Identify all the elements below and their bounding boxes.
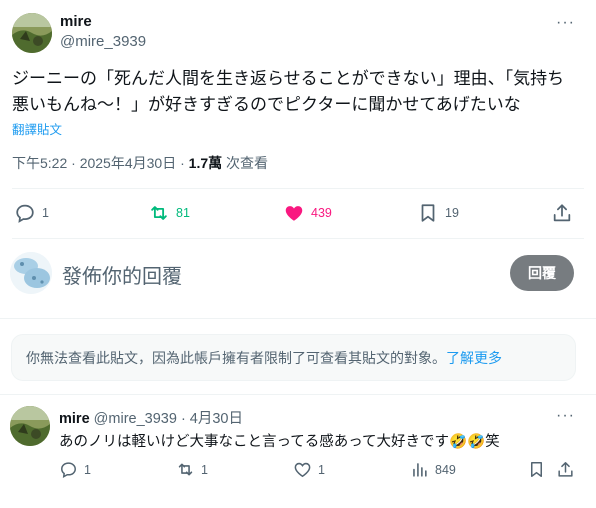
- reply-repost-count: 1: [201, 462, 208, 477]
- share-action[interactable]: [551, 202, 573, 224]
- reply-share-action[interactable]: [556, 460, 575, 479]
- restricted-post-notice: 你無法查看此貼文，因為此帳戶擁有者限制了可查看其貼文的對象。 了解更多: [11, 334, 576, 381]
- views-label: 次查看: [222, 155, 269, 171]
- author-handle[interactable]: @mire_3939: [60, 33, 146, 50]
- translate-post-link[interactable]: 翻譯貼文: [12, 119, 62, 138]
- views-bar-chart-icon: [413, 463, 427, 477]
- repost-count: 81: [176, 206, 190, 220]
- reply-count: 1: [42, 206, 49, 220]
- reply-header: mire @mire_3939 · 4月30日: [59, 407, 243, 428]
- views-count: 1.7萬: [188, 155, 223, 171]
- reply-author-handle[interactable]: @mire_3939: [94, 411, 177, 427]
- reply-date[interactable]: · 4月30日: [181, 411, 243, 427]
- notice-text: 你無法查看此貼文，因為此帳戶擁有者限制了可查看其貼文的對象。: [26, 349, 446, 366]
- more-options-icon[interactable]: ···: [556, 14, 575, 32]
- reply-repost-action[interactable]: 1: [176, 460, 208, 479]
- reply-icon: [61, 462, 76, 479]
- bookmark-count: 19: [445, 206, 459, 220]
- reply-reply-action[interactable]: 1: [59, 460, 91, 479]
- share-icon: [553, 204, 571, 222]
- like-action[interactable]: 439: [283, 202, 332, 224]
- repost-icon: [178, 463, 193, 476]
- heart-outline-icon: [294, 462, 311, 478]
- bookmark-action[interactable]: 19: [417, 202, 459, 224]
- meta-dot: ·: [71, 155, 76, 171]
- share-icon: [558, 462, 573, 477]
- reply-input-placeholder[interactable]: 發佈你的回覆: [62, 260, 182, 289]
- post-meta: 下午5:22 · 2025年4月30日 · 1.7萬 次查看: [12, 153, 268, 173]
- reply-like-action[interactable]: 1: [293, 460, 325, 479]
- reply-author-name[interactable]: mire: [59, 411, 90, 427]
- post-text: ジーニーの「死んだ人間を生き返らせることができない」理由、「気持ち 悪いもんね〜…: [12, 66, 590, 118]
- bookmark-icon: [530, 462, 543, 477]
- divider: [12, 238, 584, 239]
- current-user-avatar[interactable]: [10, 252, 52, 294]
- reply-reply-count: 1: [84, 462, 91, 477]
- post-time[interactable]: 下午5:22: [12, 155, 67, 171]
- divider: [0, 394, 596, 395]
- heart-icon: [285, 206, 303, 221]
- reply-more-options-icon[interactable]: ···: [556, 407, 575, 425]
- reply-views-action[interactable]: 849: [410, 460, 456, 479]
- repost-action[interactable]: 81: [148, 202, 190, 224]
- author-avatar[interactable]: [12, 13, 52, 53]
- author-name[interactable]: mire: [60, 13, 92, 30]
- reply-views-count: 849: [435, 462, 456, 477]
- reply-like-count: 1: [318, 462, 325, 477]
- post-text-line-1: ジーニーの「死んだ人間を生き返らせることができない」理由、「気持ち: [12, 69, 565, 88]
- divider: [12, 188, 584, 189]
- learn-more-link[interactable]: 了解更多: [446, 348, 502, 368]
- reply-icon: [16, 204, 34, 223]
- bookmark-icon: [421, 204, 435, 222]
- reply-action[interactable]: 1: [14, 202, 49, 224]
- reply-bookmark-action[interactable]: [527, 460, 546, 479]
- reply-text: あのノリは軽いけど大事なこと言ってる感あって大好きです🤣🤣笑: [59, 434, 500, 450]
- repost-icon: [151, 206, 167, 220]
- post-text-line-2: 悪いもんね〜！」が好きすぎるのでピクターに聞かせてあげたいな: [12, 95, 521, 114]
- reply-author-avatar[interactable]: [10, 406, 50, 446]
- like-count: 439: [311, 206, 332, 220]
- reply-submit-button[interactable]: 回覆: [510, 255, 574, 291]
- post-date[interactable]: 2025年4月30日: [80, 155, 177, 171]
- divider: [0, 318, 596, 319]
- meta-dot: ·: [180, 155, 185, 171]
